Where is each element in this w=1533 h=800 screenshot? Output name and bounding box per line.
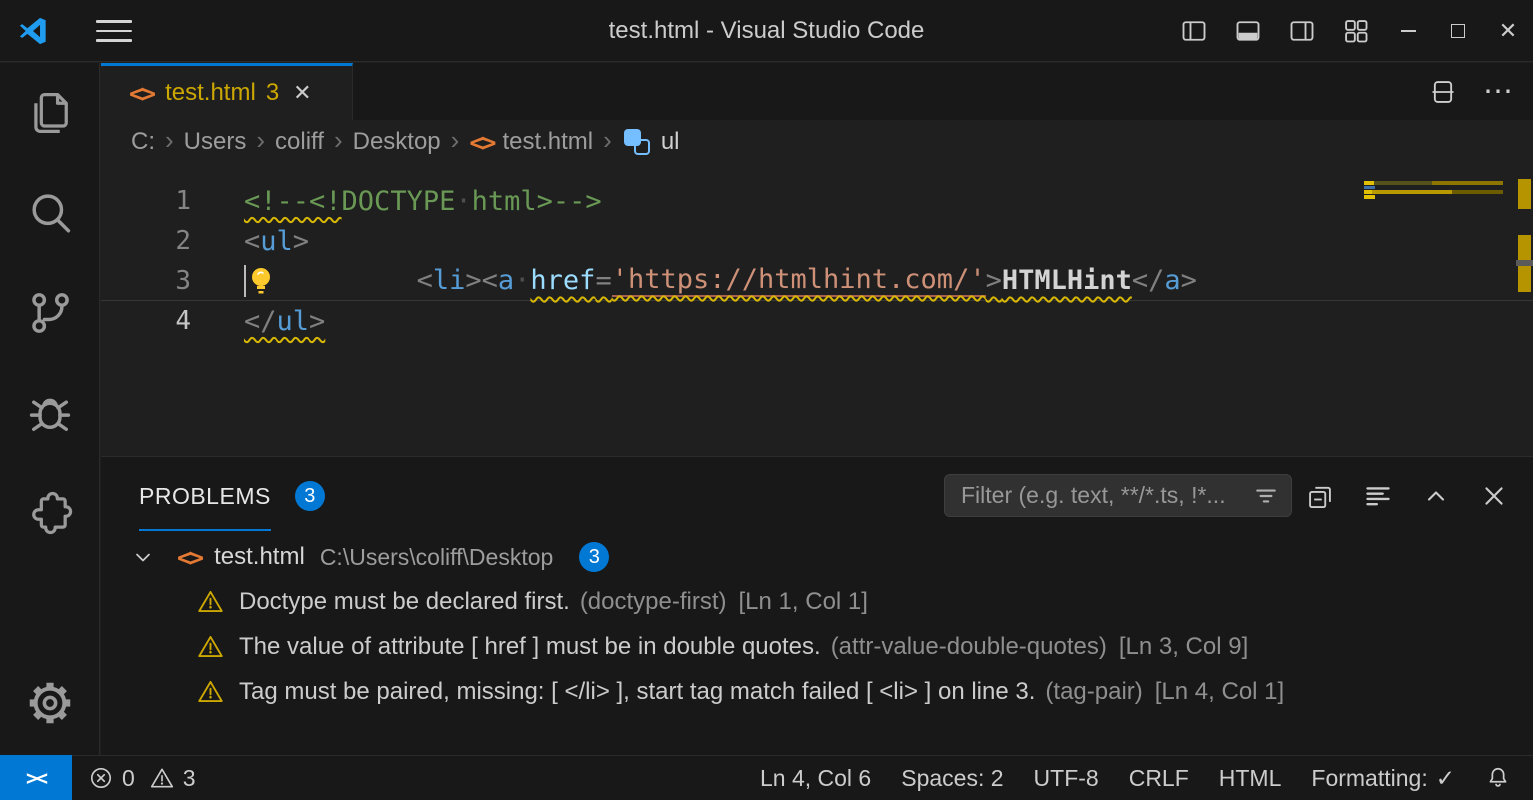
tab-test-html[interactable]: <> test.html 3 ✕ bbox=[101, 63, 353, 120]
source-control-icon[interactable] bbox=[0, 263, 100, 363]
breadcrumb-users[interactable]: Users bbox=[184, 128, 247, 156]
problem-location: [Ln 4, Col 1] bbox=[1155, 678, 1284, 706]
settings-gear-icon[interactable] bbox=[0, 653, 100, 753]
tab-close-icon[interactable]: ✕ bbox=[293, 80, 311, 106]
problems-panel: PROBLEMS 3 bbox=[101, 456, 1533, 755]
warning-icon bbox=[197, 633, 224, 660]
bell-icon[interactable] bbox=[1485, 765, 1511, 791]
problems-tab-label: PROBLEMS bbox=[139, 461, 271, 531]
problems-count-badge: 3 bbox=[295, 481, 325, 511]
breadcrumb-symbol[interactable]: ul bbox=[661, 128, 680, 156]
view-as-list-icon[interactable] bbox=[1363, 481, 1393, 511]
line-number: 1 bbox=[101, 186, 191, 216]
problem-message: Tag must be paired, missing: [ </li> ], … bbox=[239, 678, 1035, 706]
error-circle-icon bbox=[88, 765, 114, 791]
line-number: 3 bbox=[101, 266, 191, 296]
problem-location: [Ln 1, Col 1] bbox=[739, 588, 868, 616]
file-problem-count-badge: 3 bbox=[579, 542, 609, 572]
symbol-ul-icon bbox=[624, 129, 650, 155]
vscode-logo-icon bbox=[18, 16, 48, 46]
status-encoding[interactable]: UTF-8 bbox=[1034, 765, 1099, 792]
tab-strip: <> test.html 3 ✕ ⋯ bbox=[101, 63, 1533, 120]
problems-file-path: C:\Users\coliff\Desktop bbox=[320, 544, 553, 571]
error-count: 0 bbox=[122, 765, 135, 792]
problems-file-row[interactable]: <> test.html C:\Users\coliff\Desktop 3 bbox=[101, 535, 1533, 579]
text-cursor bbox=[244, 265, 246, 297]
run-and-debug-icon[interactable] bbox=[0, 363, 100, 463]
status-line-col[interactable]: Ln 4, Col 6 bbox=[760, 765, 871, 792]
status-indentation[interactable]: Spaces: 2 bbox=[901, 765, 1003, 792]
breadcrumb-separator: › bbox=[165, 125, 174, 156]
status-bar: >< 0 3 Ln 4, Col 6 Spaces: 2 UTF-8 CRLF … bbox=[0, 755, 1533, 800]
status-language[interactable]: HTML bbox=[1219, 765, 1282, 792]
explorer-icon[interactable] bbox=[0, 63, 100, 163]
breadcrumb-separator: › bbox=[603, 125, 612, 156]
editor-area: <> test.html 3 ✕ ⋯ C: › Users › coliff ›… bbox=[101, 63, 1533, 755]
problems-summary[interactable]: 0 3 bbox=[88, 765, 196, 792]
problem-row-3[interactable]: Tag must be paired, missing: [ </li> ], … bbox=[101, 669, 1533, 714]
minimize-button[interactable] bbox=[1383, 0, 1433, 62]
customize-layout-icon[interactable] bbox=[1329, 0, 1383, 62]
link-underline: 'https://htmlhint.com/' bbox=[612, 264, 986, 297]
line-number: 2 bbox=[101, 226, 191, 256]
tab-problem-count: 3 bbox=[266, 79, 279, 107]
html-file-icon: <> bbox=[469, 130, 493, 155]
warning-count: 3 bbox=[183, 765, 196, 792]
overview-ruler[interactable] bbox=[1516, 164, 1533, 455]
problem-row-1[interactable]: Doctype must be declared first. (doctype… bbox=[101, 579, 1533, 624]
title-bar: test.html - Visual Studio Code ✕ bbox=[0, 0, 1533, 62]
status-formatting[interactable]: Formatting: ✓ bbox=[1311, 765, 1455, 792]
close-panel-icon[interactable] bbox=[1479, 481, 1509, 511]
minimap[interactable] bbox=[1364, 181, 1503, 200]
problem-message: The value of attribute [ href ] must be … bbox=[239, 633, 821, 661]
maximize-button[interactable] bbox=[1433, 0, 1483, 62]
problems-filter-input[interactable] bbox=[959, 481, 1253, 510]
problem-source: (doctype-first) bbox=[580, 588, 727, 616]
breadcrumb-file[interactable]: test.html bbox=[502, 128, 593, 156]
problem-location: [Ln 3, Col 9] bbox=[1119, 633, 1248, 661]
menu-icon[interactable] bbox=[96, 20, 132, 42]
status-eol[interactable]: CRLF bbox=[1129, 765, 1189, 792]
problem-message: Doctype must be declared first. bbox=[239, 588, 570, 616]
problems-file-name: test.html bbox=[214, 543, 305, 571]
code-line-3: 3 <li><a·href='https://htmlhint.com/'>HT… bbox=[101, 261, 1533, 301]
extensions-icon[interactable] bbox=[0, 463, 100, 563]
html-file-icon: <> bbox=[129, 81, 153, 106]
check-icon: ✓ bbox=[1436, 765, 1455, 792]
tab-problems[interactable]: PROBLEMS 3 bbox=[139, 457, 325, 535]
activity-bar bbox=[0, 63, 100, 755]
warning-triangle-icon bbox=[149, 765, 175, 791]
breadcrumb-separator: › bbox=[256, 125, 265, 156]
chevron-down-icon[interactable] bbox=[131, 545, 155, 569]
remote-indicator[interactable]: >< bbox=[0, 755, 72, 800]
toggle-secondary-sidebar-icon[interactable] bbox=[1275, 0, 1329, 62]
split-editor-icon[interactable] bbox=[1429, 78, 1457, 106]
html-file-icon: <> bbox=[177, 545, 201, 570]
breadcrumb: C: › Users › coliff › Desktop › <> test.… bbox=[101, 120, 1533, 164]
search-icon[interactable] bbox=[0, 163, 100, 263]
breadcrumb-separator: › bbox=[334, 125, 343, 156]
code-editor[interactable]: 1 <!--<!DOCTYPE·html>--> 2 <ul> 3 bbox=[101, 164, 1533, 455]
breadcrumb-drive[interactable]: C: bbox=[131, 128, 155, 156]
breadcrumb-separator: › bbox=[451, 125, 460, 156]
warning-icon bbox=[197, 588, 224, 615]
problem-source: (attr-value-double-quotes) bbox=[831, 633, 1107, 661]
warning-icon bbox=[197, 678, 224, 705]
breadcrumb-coliff[interactable]: coliff bbox=[275, 128, 324, 156]
toggle-panel-icon[interactable] bbox=[1221, 0, 1275, 62]
breadcrumb-desktop[interactable]: Desktop bbox=[353, 128, 441, 156]
collapse-all-icon[interactable] bbox=[1305, 481, 1335, 511]
close-window-button[interactable]: ✕ bbox=[1483, 0, 1533, 62]
line-number-active: 4 bbox=[101, 306, 191, 336]
problems-filter-box[interactable] bbox=[944, 474, 1292, 517]
problem-row-2[interactable]: The value of attribute [ href ] must be … bbox=[101, 624, 1533, 669]
maximize-panel-icon[interactable] bbox=[1421, 481, 1451, 511]
tab-label: test.html bbox=[165, 79, 256, 107]
filter-icon[interactable] bbox=[1253, 483, 1279, 509]
problem-source: (tag-pair) bbox=[1045, 678, 1142, 706]
toggle-primary-sidebar-icon[interactable] bbox=[1167, 0, 1221, 62]
more-actions-icon[interactable]: ⋯ bbox=[1483, 74, 1515, 109]
